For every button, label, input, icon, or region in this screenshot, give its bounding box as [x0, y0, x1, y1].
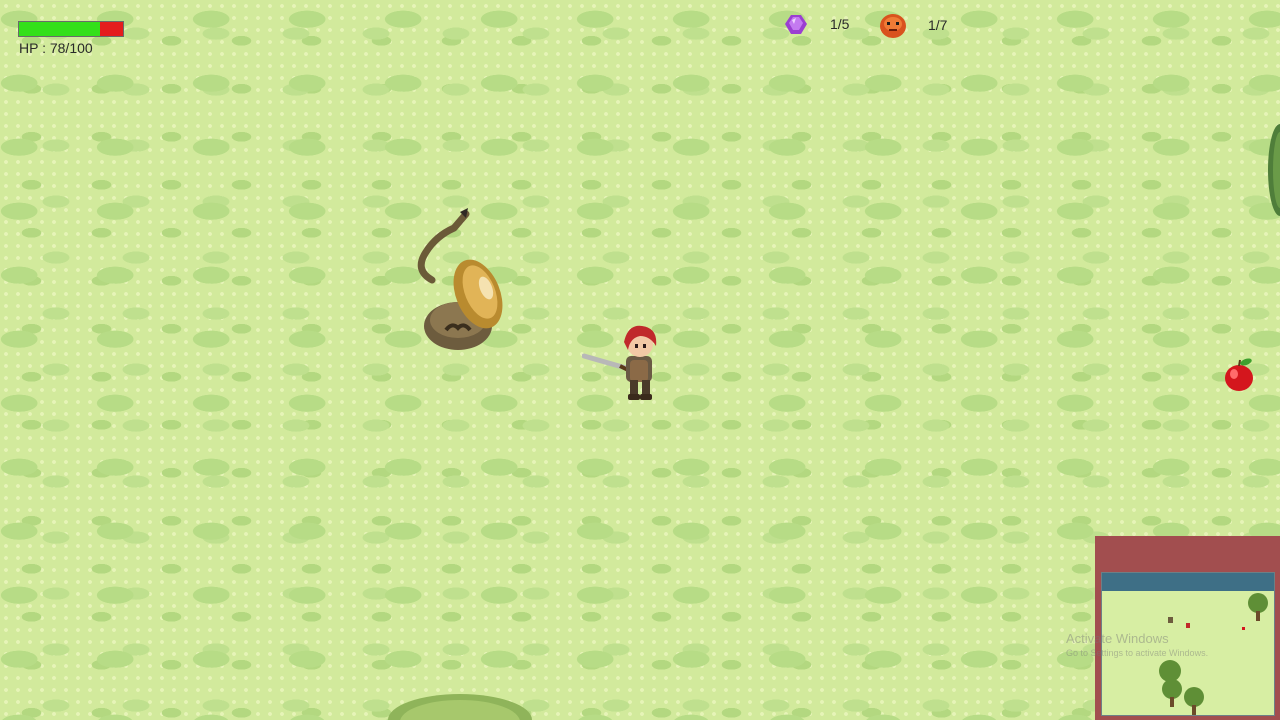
red-haired-swordsman-player: [582, 325, 657, 400]
enemy-count: 1/7: [928, 17, 948, 33]
tree-edge: [1268, 124, 1280, 216]
purple-gem-icon: [785, 15, 807, 34]
bush-top: [388, 694, 532, 720]
red-apple-icon[interactable]: [1222, 356, 1256, 392]
gem-count: 1/5: [830, 16, 850, 32]
enemy-counter: 1/7: [878, 11, 947, 39]
hp-bar-fill: [19, 22, 101, 36]
hp-label: HP : 78/100: [19, 40, 93, 56]
scorpion-slime-enemy[interactable]: [408, 208, 508, 353]
watermark-title: Activate Windows: [1066, 631, 1169, 646]
activate-windows-watermark: Activate Windows Go to Settings to activ…: [1066, 631, 1208, 658]
orange-enemy-face-icon: [880, 14, 906, 38]
gem-counter: 1/5: [780, 11, 849, 37]
hp-bar: [18, 21, 124, 37]
watermark-subtitle: Go to Settings to activate Windows.: [1066, 648, 1209, 658]
minimap[interactable]: [1095, 536, 1280, 720]
